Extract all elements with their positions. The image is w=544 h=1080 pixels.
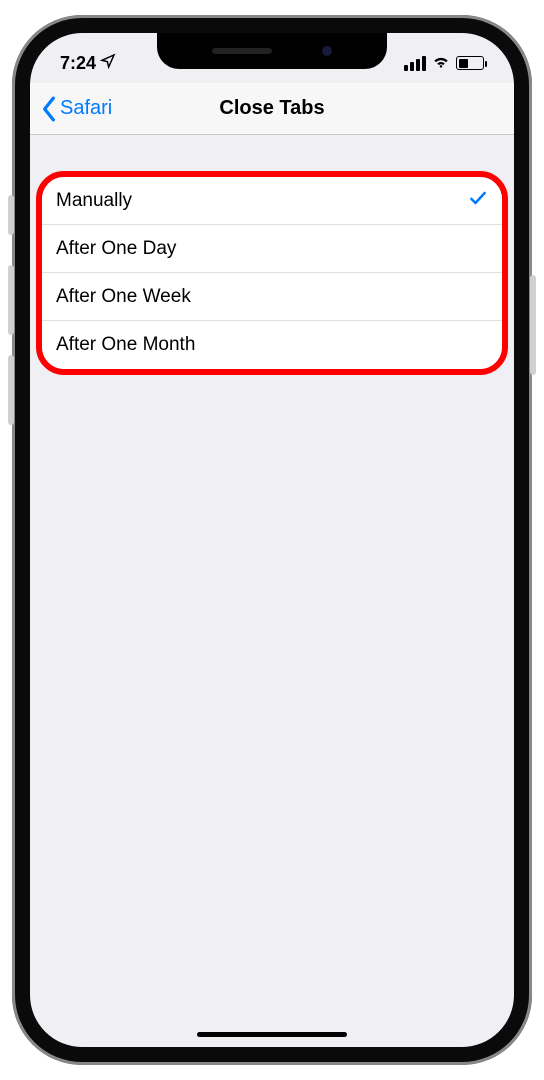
status-right xyxy=(404,51,484,76)
front-camera xyxy=(322,46,332,56)
screen: 7:24 xyxy=(30,33,514,1047)
highlight-annotation: Manually After One Day After One Week Af… xyxy=(36,171,508,375)
close-tabs-options-list: Manually After One Day After One Week Af… xyxy=(42,177,502,369)
status-time: 7:24 xyxy=(60,53,96,74)
option-label: Manually xyxy=(56,190,132,212)
battery-icon xyxy=(456,56,484,70)
back-label: Safari xyxy=(60,97,112,120)
option-after-one-week[interactable]: After One Week xyxy=(42,273,502,321)
location-arrow-icon xyxy=(100,53,116,74)
volume-down-button xyxy=(8,355,14,425)
home-indicator[interactable] xyxy=(197,1032,347,1037)
status-left: 7:24 xyxy=(60,53,116,74)
option-label: After One Month xyxy=(56,334,195,356)
option-label: After One Week xyxy=(56,286,191,308)
option-after-one-day[interactable]: After One Day xyxy=(42,225,502,273)
wifi-icon xyxy=(431,51,451,76)
checkmark-icon xyxy=(468,188,488,214)
content: Manually After One Day After One Week Af… xyxy=(30,135,514,375)
option-after-one-month[interactable]: After One Month xyxy=(42,321,502,369)
option-label: After One Day xyxy=(56,238,176,260)
cell-signal-icon xyxy=(404,56,426,71)
mute-switch xyxy=(8,195,14,235)
option-manually[interactable]: Manually xyxy=(42,177,502,225)
notch xyxy=(157,33,387,69)
back-button[interactable]: Safari xyxy=(40,96,112,122)
phone-frame: 7:24 xyxy=(12,15,532,1065)
power-button xyxy=(530,275,536,375)
speaker-slot xyxy=(212,48,272,54)
chevron-left-icon xyxy=(40,96,58,122)
volume-up-button xyxy=(8,265,14,335)
nav-bar: Safari Close Tabs xyxy=(30,83,514,135)
